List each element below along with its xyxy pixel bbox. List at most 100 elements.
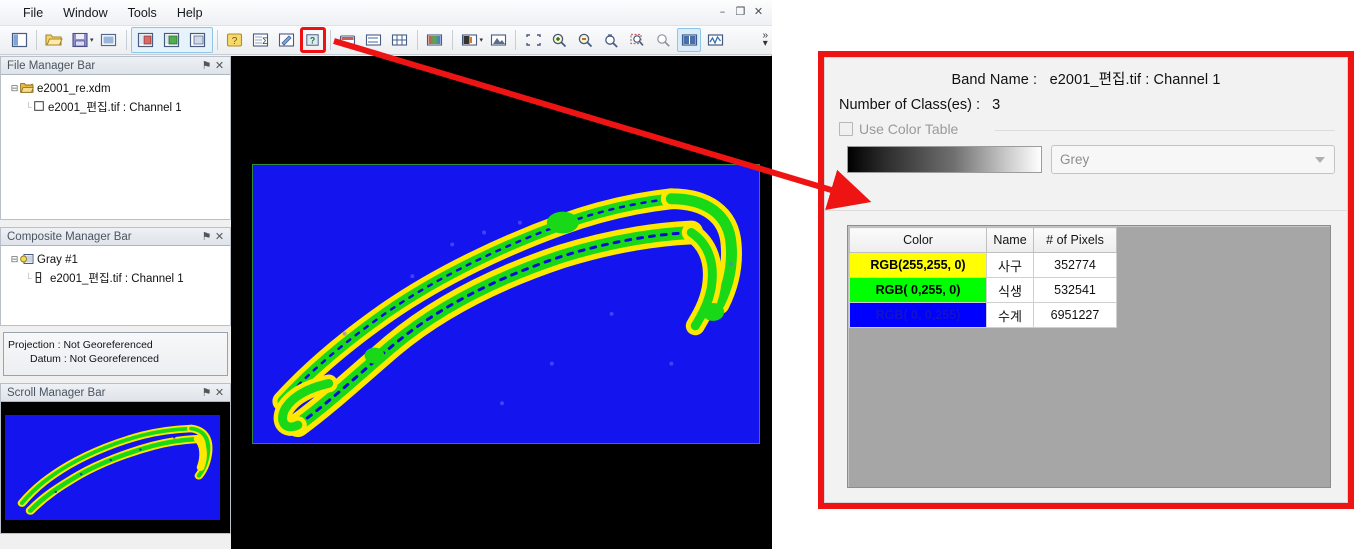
thumbnail-image bbox=[5, 415, 220, 520]
colormap-row: Grey bbox=[825, 137, 1347, 174]
column-header-color[interactable]: Color bbox=[849, 227, 987, 253]
cell-name[interactable]: 식생 bbox=[986, 277, 1034, 303]
panel-title-scroll-manager: Scroll Manager Bar bbox=[7, 386, 106, 399]
screenshot-root: File Window Tools Help – ❐ ✕ ▾ ? Σ ? ▾ »… bbox=[0, 0, 1364, 549]
composite-manager-bar-icon[interactable] bbox=[160, 28, 184, 52]
pin-icon[interactable]: ⚑ bbox=[200, 230, 213, 243]
close-icon[interactable]: ✕ bbox=[213, 386, 226, 399]
tree-item-gray-composite-label: Gray #1 bbox=[37, 253, 78, 266]
palette-icon[interactable] bbox=[423, 28, 447, 52]
tree-item-gray-composite[interactable]: ⊟ Gray #1 bbox=[1, 246, 230, 266]
menu-item-window[interactable]: Window bbox=[54, 3, 116, 23]
zoom-to-box-icon[interactable] bbox=[625, 28, 649, 52]
scroll-manager-thumbnail[interactable] bbox=[0, 402, 231, 534]
group-divider bbox=[995, 130, 1335, 131]
pin-icon[interactable]: ⚑ bbox=[200, 59, 213, 72]
chevron-down-icon[interactable] bbox=[1315, 157, 1325, 163]
number-of-classes-value: 3 bbox=[992, 97, 1001, 113]
statistics-sigma-icon[interactable]: Σ bbox=[249, 28, 273, 52]
colormap-gradient-preview[interactable] bbox=[847, 146, 1042, 173]
fit-to-window-icon[interactable] bbox=[521, 28, 545, 52]
toolbar-overflow-button[interactable]: » ▾ bbox=[762, 31, 768, 49]
table-row[interactable]: RGB(255,255, 0) 사구 352774 bbox=[849, 252, 1117, 278]
open-folder-icon bbox=[20, 82, 34, 95]
tree-item-xdm[interactable]: ⊟ e2001_re.xdm bbox=[1, 75, 230, 95]
menu-item-help[interactable]: Help bbox=[168, 3, 212, 23]
class-info-question-icon[interactable]: ? bbox=[299, 27, 326, 53]
table-row[interactable]: RGB( 0, 0,255) 수계 6951227 bbox=[849, 302, 1117, 328]
file-manager-bar-icon[interactable] bbox=[134, 28, 158, 52]
column-header-name[interactable]: Name bbox=[986, 227, 1034, 253]
new-window-icon[interactable] bbox=[7, 28, 31, 52]
band-name-value: e2001_편집.tif : Channel 1 bbox=[1049, 72, 1221, 88]
cell-name[interactable]: 수계 bbox=[986, 302, 1034, 328]
left-dock: File Manager Bar ⚑ ✕ ⊟ e2001_re.xdm └ e2… bbox=[0, 56, 231, 549]
use-color-table-row: Use Color Table bbox=[825, 113, 1347, 137]
grid-icon[interactable] bbox=[388, 28, 412, 52]
class-info-dialog-body: Band Name : e2001_편집.tif : Channel 1 Num… bbox=[824, 57, 1348, 503]
minimize-icon[interactable]: – bbox=[715, 4, 730, 18]
cell-pixel-count: 532541 bbox=[1033, 277, 1117, 303]
menu-item-window-label: Window bbox=[63, 5, 108, 20]
projection-info-box: Projection : Not Georeferenced Datum : N… bbox=[3, 332, 228, 376]
manager-bar-button-group bbox=[130, 27, 213, 53]
contrast-icon[interactable] bbox=[458, 28, 482, 52]
cell-color[interactable]: RGB( 0,255, 0) bbox=[849, 277, 987, 303]
profile-chart-icon[interactable] bbox=[703, 28, 727, 52]
table-row[interactable]: RGB( 0,255, 0) 식생 532541 bbox=[849, 277, 1117, 303]
use-color-table-checkbox[interactable] bbox=[839, 122, 853, 136]
expander-icon[interactable]: ⊟ bbox=[9, 83, 20, 94]
menu-item-help-label: Help bbox=[176, 5, 203, 20]
pan-icon[interactable] bbox=[651, 28, 675, 52]
toolbar-separator bbox=[515, 30, 517, 50]
restore-icon[interactable]: ❐ bbox=[733, 4, 748, 18]
checkbox-empty-icon[interactable] bbox=[34, 100, 45, 114]
pin-icon[interactable]: ⚑ bbox=[200, 386, 213, 399]
image-enhance-icon[interactable] bbox=[486, 28, 510, 52]
tree-item-composite-channel[interactable]: └ e2001_편집.tif : Channel 1 bbox=[1, 266, 230, 286]
menu-item-file-label: File bbox=[23, 5, 44, 20]
zoom-out-icon[interactable] bbox=[573, 28, 597, 52]
cell-name[interactable]: 사구 bbox=[986, 252, 1034, 278]
help-question-icon[interactable]: ? bbox=[223, 28, 247, 52]
column-header-pixels[interactable]: # of Pixels bbox=[1033, 227, 1117, 253]
section-divider bbox=[825, 210, 1347, 211]
close-icon[interactable]: ✕ bbox=[213, 59, 226, 72]
zoom-free-icon[interactable] bbox=[599, 28, 623, 52]
tree-item-channel[interactable]: └ e2001_편집.tif : Channel 1 bbox=[1, 95, 230, 115]
new-view-icon[interactable] bbox=[97, 28, 121, 52]
close-icon[interactable]: ✕ bbox=[751, 4, 766, 18]
menu-item-tools[interactable]: Tools bbox=[119, 3, 166, 23]
band-name-label: Band Name : bbox=[951, 72, 1038, 88]
scroll-manager-bar-icon[interactable] bbox=[186, 28, 210, 52]
panel-body-file-manager: ⊟ e2001_re.xdm └ e2001_편집.tif : Channel … bbox=[0, 75, 231, 220]
close-icon[interactable]: ✕ bbox=[213, 230, 226, 243]
cell-color[interactable]: RGB( 0, 0,255) bbox=[849, 302, 987, 328]
class-info-dialog: Band Name : e2001_편집.tif : Channel 1 Num… bbox=[818, 51, 1354, 509]
image-viewer[interactable] bbox=[231, 56, 772, 549]
classified-raster-image[interactable] bbox=[252, 164, 760, 444]
tree-item-composite-channel-label: e2001_편집.tif : Channel 1 bbox=[50, 273, 184, 285]
window-controls: – ❐ ✕ bbox=[715, 4, 766, 18]
table-header-row: Color Name # of Pixels bbox=[849, 227, 1117, 253]
tree-item-xdm-label: e2001_re.xdm bbox=[37, 82, 111, 95]
cell-pixel-count: 6951227 bbox=[1033, 302, 1117, 328]
use-color-table-label: Use Color Table bbox=[859, 121, 959, 137]
link-views-icon[interactable] bbox=[677, 28, 702, 52]
menu-item-file[interactable]: File bbox=[14, 3, 52, 23]
svg-text:?: ? bbox=[310, 36, 315, 46]
cell-color[interactable]: RGB(255,255, 0) bbox=[849, 252, 987, 278]
expander-icon[interactable]: ⊟ bbox=[9, 254, 20, 265]
toolbar-separator bbox=[416, 30, 418, 50]
projection-line: Projection : Not Georeferenced bbox=[8, 339, 153, 351]
colormap-select[interactable]: Grey bbox=[1051, 145, 1335, 174]
save-icon[interactable] bbox=[68, 28, 92, 52]
colormap-select-value: Grey bbox=[1060, 152, 1090, 167]
zoom-in-icon[interactable] bbox=[547, 28, 571, 52]
toolbar-separator bbox=[36, 30, 37, 50]
edit-table-icon[interactable] bbox=[275, 28, 299, 52]
open-folder-icon[interactable] bbox=[42, 28, 66, 52]
band-name-row: Band Name : e2001_편집.tif : Channel 1 bbox=[825, 58, 1347, 89]
color-ramp-icon[interactable] bbox=[336, 28, 360, 52]
histogram-match-icon[interactable] bbox=[362, 28, 386, 52]
